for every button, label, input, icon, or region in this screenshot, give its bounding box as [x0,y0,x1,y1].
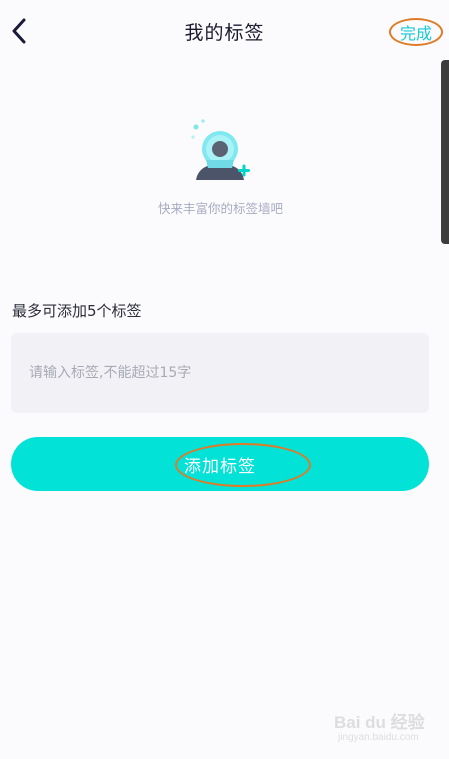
watermark-text: Bai du 经验 [334,713,425,732]
tag-input[interactable] [11,333,429,413]
page-title: 我的标签 [184,22,265,44]
top-bar: 我的标签 完成 [0,0,449,64]
tag-limit-label: 最多可添加5个标签 [12,302,142,320]
highlight-ring [389,18,443,46]
highlight-ring [175,443,311,487]
scrollbar[interactable] [441,60,449,244]
watermark-subtext: jingyan.baidu.com [338,732,419,743]
done-button[interactable]: 完成 [389,18,443,46]
add-tag-button[interactable]: 添加标签 [11,437,429,491]
empty-state-message: 快来丰富你的标签墙吧 [157,201,283,216]
add-tag-avatar-icon [188,118,256,188]
watermark: Bai du 经验 jingyan.baidu.com [334,704,444,750]
